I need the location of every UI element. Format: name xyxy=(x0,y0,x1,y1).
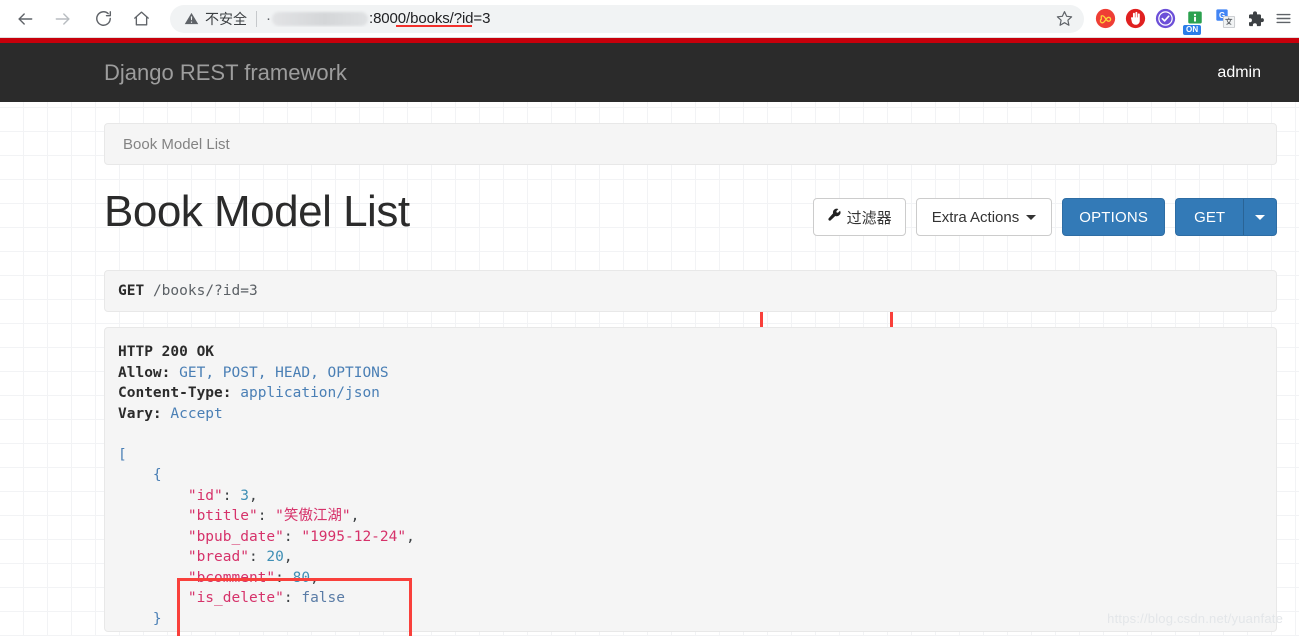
adblock-stop-hand-icon[interactable] xyxy=(1124,8,1146,30)
response-status: HTTP 200 OK xyxy=(118,344,215,360)
home-button[interactable] xyxy=(126,4,156,34)
infinity-extension-icon[interactable] xyxy=(1094,8,1116,30)
address-bar[interactable]: 不安全 · :8000/books/?id=3 xyxy=(170,4,1084,33)
json-open-brace: { xyxy=(152,467,162,483)
reload-icon xyxy=(95,11,111,26)
response-header: Vary: Accept xyxy=(118,405,223,422)
filter-button[interactable]: 过滤器 xyxy=(812,198,906,236)
get-button[interactable]: GET xyxy=(1175,198,1244,236)
response-blank-line xyxy=(118,424,1276,445)
page-content: Django REST framework admin Book Model L… xyxy=(0,38,1299,636)
omnibox-divider xyxy=(256,10,257,27)
url-display[interactable]: · :8000/books/?id=3 xyxy=(266,10,490,27)
reload-button[interactable] xyxy=(88,4,118,34)
response-panel: HTTP 200 OK Allow: GET, POST, HEAD, OPTI… xyxy=(104,327,1277,632)
extensions-puzzle-icon[interactable] xyxy=(1244,8,1266,30)
warning-triangle-icon xyxy=(184,11,199,26)
response-header: Content-Type: application/json xyxy=(118,385,380,401)
get-dropdown-toggle[interactable] xyxy=(1244,198,1277,236)
options-button[interactable]: OPTIONS xyxy=(1062,198,1166,236)
page-title: Book Model List xyxy=(104,187,410,236)
url-redacted-host xyxy=(272,11,368,26)
get-button-label: GET xyxy=(1194,208,1225,226)
json-close-brace: } xyxy=(152,610,162,627)
page-header-row: Book Model List 过滤器 Extra Actions OPTION xyxy=(104,184,1277,254)
browser-menu-button[interactable] xyxy=(1274,9,1299,28)
extra-actions-dropdown[interactable]: Extra Actions xyxy=(915,198,1053,236)
options-button-label: OPTIONS xyxy=(1079,208,1149,226)
json-field-id: "id": 3, xyxy=(187,487,258,504)
get-split-button: GET xyxy=(1175,198,1277,236)
checkmark-shield-icon[interactable] xyxy=(1154,8,1176,30)
json-field-is-delete: "is_delete": false xyxy=(187,590,345,606)
immersive-translate-icon[interactable]: ON xyxy=(1183,8,1206,35)
breadcrumb-item[interactable]: Book Model List xyxy=(123,136,230,153)
request-path: /books/?id=3 xyxy=(152,283,258,299)
chevron-down-icon xyxy=(1026,214,1037,220)
json-field-bcomment: "bcomment": 80, xyxy=(187,569,319,586)
bookmark-star-icon[interactable] xyxy=(1055,9,1074,28)
json-field-btitle: "btitle": "笑傲江湖", xyxy=(187,508,360,524)
wrench-icon xyxy=(827,208,842,227)
response-header: Allow: GET, POST, HEAD, OPTIONS xyxy=(118,364,389,381)
content-area: Book Model List Book Model List 过滤器 Extr… xyxy=(0,102,1299,636)
security-label: 不安全 xyxy=(205,11,247,28)
filter-button-label: 过滤器 xyxy=(846,208,892,227)
back-button[interactable] xyxy=(10,4,40,34)
navbar-user-menu[interactable]: admin xyxy=(1217,64,1261,82)
hamburger-menu-icon xyxy=(1276,13,1291,24)
chevron-down-icon xyxy=(1255,214,1265,220)
request-method: GET xyxy=(118,283,145,299)
json-field-bread: "bread": 20, xyxy=(187,549,293,565)
url-prefix: · xyxy=(266,10,271,27)
arrow-right-icon xyxy=(55,12,70,25)
request-panel: GET /books/?id=3 xyxy=(104,270,1277,312)
home-icon xyxy=(133,11,149,26)
breadcrumb: Book Model List xyxy=(104,123,1277,165)
google-translate-icon[interactable]: G xyxy=(1214,8,1236,30)
url-red-underline xyxy=(396,25,472,27)
watermark: https://blog.csdn.net/yuanfate xyxy=(1107,611,1283,626)
request-line: GET /books/?id=3 xyxy=(118,283,258,299)
extension-on-badge: ON xyxy=(1183,24,1202,35)
arrow-left-icon xyxy=(18,12,33,25)
browser-toolbar: 不安全 · :8000/books/?id=3 ON G xyxy=(0,0,1299,38)
extra-actions-label: Extra Actions xyxy=(931,208,1020,226)
site-navbar: Django REST framework admin xyxy=(0,43,1299,102)
forward-button[interactable] xyxy=(48,4,78,34)
action-button-group: 过滤器 Extra Actions OPTIONS GET xyxy=(812,198,1277,236)
json-open-bracket: [ xyxy=(118,446,127,463)
brand-title[interactable]: Django REST framework xyxy=(104,60,347,86)
json-field-bpub-date: "bpub_date": "1995-12-24", xyxy=(187,528,415,545)
extension-tray: ON G xyxy=(1094,8,1274,35)
